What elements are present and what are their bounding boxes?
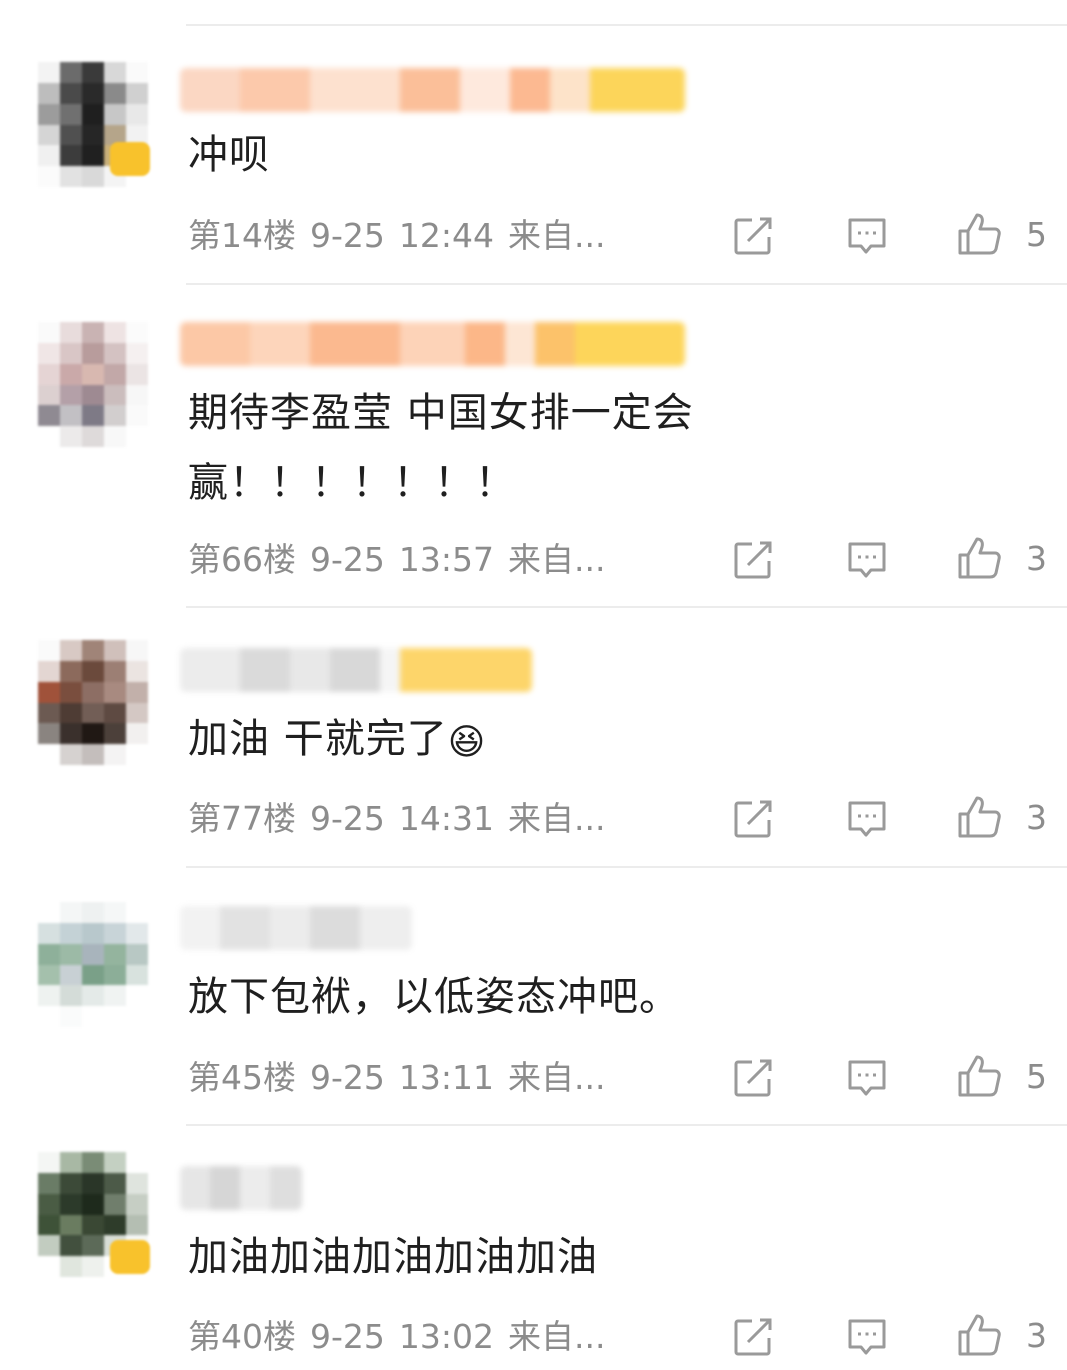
comment-date: 9-25 [310, 540, 385, 579]
comment-time: 13:11 [398, 1058, 495, 1097]
top-divider [186, 24, 1067, 26]
comment-icon [848, 542, 886, 578]
comment-date: 9-25 [310, 216, 385, 255]
comment-meta: 第77楼 9-25 14:31 来自... [188, 799, 620, 839]
like-button[interactable]: 3 [956, 536, 1047, 580]
comment-text: 加油加油加油加油加油 [188, 1234, 598, 1280]
comment-meta: 第40楼 9-25 13:02 来自... [188, 1317, 620, 1357]
like-count: 5 [1026, 214, 1047, 254]
like-button[interactable]: 5 [956, 212, 1047, 256]
comment-text-line: 期待李盈莹 中国女排一定会 [188, 390, 694, 436]
comment-source[interactable]: 来自... [508, 799, 605, 838]
repost-icon [734, 217, 772, 255]
username-blurred[interactable] [180, 322, 685, 366]
floor-number: 第66楼 [188, 540, 296, 579]
comment-divider [186, 283, 1067, 285]
avatar[interactable] [38, 640, 148, 765]
username-blurred[interactable] [180, 68, 685, 112]
reply-button[interactable] [846, 1315, 888, 1359]
comment-source[interactable]: 来自... [508, 1058, 605, 1097]
thumbs-up-icon [958, 537, 1001, 579]
repost-icon [734, 1318, 772, 1356]
comment-icon [848, 801, 886, 837]
like-button[interactable]: 3 [956, 1313, 1047, 1357]
comment-text-line: 加油 干就完了 [188, 716, 448, 762]
avatar[interactable] [38, 322, 148, 447]
floor-number: 第77楼 [188, 799, 296, 838]
username-blurred[interactable] [180, 906, 412, 950]
thumbs-up-icon [958, 213, 1001, 255]
comment-text: 冲呗 [188, 132, 270, 178]
comment-text: 期待李盈莹 中国女排一定会 赢！！！！！！！ [188, 378, 694, 518]
floor-number: 第45楼 [188, 1058, 296, 1097]
thumbs-up-icon [958, 796, 1001, 838]
thumbs-up-icon [958, 1055, 1001, 1097]
comment-icon [848, 1319, 886, 1355]
reply-button[interactable] [846, 538, 888, 582]
repost-button[interactable] [732, 214, 774, 258]
floor-number: 第40楼 [188, 1317, 296, 1356]
like-count: 3 [1026, 797, 1047, 837]
username-blurred[interactable] [180, 1166, 302, 1210]
comment-icon [848, 218, 886, 254]
comment-time: 13:57 [398, 540, 495, 579]
comment-source[interactable]: 来自... [508, 216, 605, 255]
laughing-emoji-icon: 😆 [447, 722, 487, 763]
comment-date: 9-25 [310, 1058, 385, 1097]
repost-icon [734, 1059, 772, 1097]
like-button[interactable]: 3 [956, 795, 1047, 839]
like-count: 3 [1026, 538, 1047, 578]
floor-number: 第14楼 [188, 216, 296, 255]
comment-source[interactable]: 来自... [508, 1317, 605, 1356]
thumbs-up-icon [958, 1314, 1001, 1356]
comment-date: 9-25 [310, 1317, 385, 1356]
comment-text-line: 赢！！！！！！！ [188, 460, 516, 506]
comment-text: 放下包袱，以低姿态冲吧。 [188, 974, 680, 1020]
repost-icon [734, 800, 772, 838]
repost-button[interactable] [732, 1315, 774, 1359]
comment-meta: 第45楼 9-25 13:11 来自... [188, 1058, 620, 1098]
comment-icon [848, 1060, 886, 1096]
verified-badge-icon [110, 142, 150, 176]
comment-time: 12:44 [398, 216, 495, 255]
repost-button[interactable] [732, 538, 774, 582]
repost-button[interactable] [732, 1056, 774, 1100]
reply-button[interactable] [846, 214, 888, 258]
like-button[interactable]: 5 [956, 1054, 1047, 1098]
repost-button[interactable] [732, 797, 774, 841]
comment-divider [186, 1124, 1067, 1126]
verified-badge-icon [110, 1240, 150, 1274]
like-count: 5 [1026, 1056, 1047, 1096]
username-blurred[interactable] [180, 648, 532, 692]
comment-date: 9-25 [310, 799, 385, 838]
comment-source[interactable]: 来自... [508, 540, 605, 579]
repost-icon [734, 541, 772, 579]
like-count: 3 [1026, 1315, 1047, 1355]
comment-time: 14:31 [398, 799, 495, 838]
comment-divider [186, 606, 1067, 608]
comment-divider [186, 866, 1067, 868]
avatar[interactable] [38, 902, 148, 1027]
comment-meta: 第66楼 9-25 13:57 来自... [188, 540, 620, 580]
comment-meta: 第14楼 9-25 12:44 来自... [188, 216, 620, 256]
reply-button[interactable] [846, 797, 888, 841]
comment-time: 13:02 [398, 1317, 495, 1356]
comment-text: 加油 干就完了😆 [188, 704, 486, 778]
reply-button[interactable] [846, 1056, 888, 1100]
